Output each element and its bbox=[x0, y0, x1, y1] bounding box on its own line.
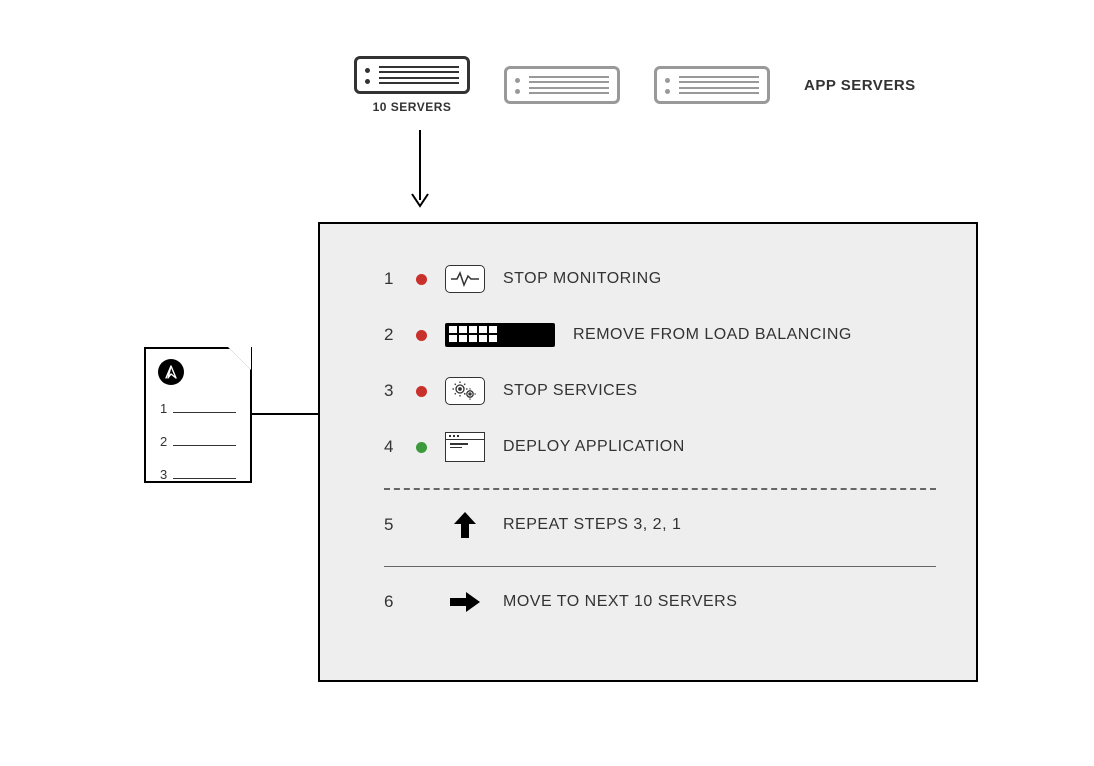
step-row-1: 1 STOP MONITORING bbox=[384, 264, 936, 294]
step-row-5: 5 REPEAT STEPS 3, 2, 1 bbox=[384, 510, 936, 540]
step-number: 2 bbox=[384, 325, 398, 345]
step-label: STOP MONITORING bbox=[503, 270, 662, 288]
playbook-line-num: 2 bbox=[160, 434, 167, 449]
step-number: 3 bbox=[384, 381, 398, 401]
playbook-document: 1 2 3 bbox=[144, 347, 252, 483]
page-fold-icon bbox=[228, 347, 252, 371]
status-dot-none bbox=[416, 520, 427, 531]
step-label: REPEAT STEPS 3, 2, 1 bbox=[503, 516, 681, 534]
status-dot-green bbox=[416, 442, 427, 453]
app-servers-label: APP SERVERS bbox=[804, 77, 916, 94]
playbook-lines: 1 2 3 bbox=[160, 401, 236, 482]
server-dimmed-2 bbox=[654, 66, 770, 104]
server-active: 10 SERVERS bbox=[354, 56, 470, 114]
servers-row: 10 SERVERS APP SERVERS bbox=[354, 56, 916, 114]
step-label: REMOVE FROM LOAD BALANCING bbox=[573, 326, 852, 344]
status-dot-red bbox=[416, 386, 427, 397]
playbook-line-num: 1 bbox=[160, 401, 167, 416]
arrow-up-icon bbox=[445, 510, 485, 540]
step-number: 6 bbox=[384, 592, 398, 612]
step-row-6: 6 MOVE TO NEXT 10 SERVERS bbox=[384, 587, 936, 617]
steps-panel: 1 STOP MONITORING 2 REMOVE FROM LOAD BAL… bbox=[318, 222, 978, 682]
arrow-down-icon bbox=[410, 130, 430, 217]
status-dot-red bbox=[416, 274, 427, 285]
status-dot-none bbox=[416, 597, 427, 608]
application-window-icon bbox=[445, 432, 485, 462]
step-row-3: 3 bbox=[384, 376, 936, 406]
arrow-right-icon bbox=[445, 587, 485, 617]
connector-line bbox=[252, 413, 318, 415]
status-dot-red bbox=[416, 330, 427, 341]
step-label: DEPLOY APPLICATION bbox=[503, 438, 685, 456]
playbook-line-num: 3 bbox=[160, 467, 167, 482]
step-number: 1 bbox=[384, 269, 398, 289]
load-balancer-icon bbox=[445, 320, 555, 350]
gears-icon bbox=[445, 376, 485, 406]
dashed-separator bbox=[384, 488, 936, 490]
step-label: STOP SERVICES bbox=[503, 382, 638, 400]
step-row-2: 2 REMOVE FROM LOAD BALANCING bbox=[384, 320, 936, 350]
server-icon bbox=[504, 66, 620, 104]
step-row-4: 4 DEPLOY APPLICATION bbox=[384, 432, 936, 462]
step-number: 4 bbox=[384, 437, 398, 457]
monitoring-icon bbox=[445, 264, 485, 294]
ansible-logo-icon bbox=[158, 359, 184, 385]
server-caption: 10 SERVERS bbox=[373, 100, 452, 114]
server-icon bbox=[654, 66, 770, 104]
server-icon bbox=[354, 56, 470, 94]
step-label: MOVE TO NEXT 10 SERVERS bbox=[503, 593, 737, 611]
solid-separator bbox=[384, 566, 936, 567]
step-number: 5 bbox=[384, 515, 398, 535]
server-dimmed-1 bbox=[504, 66, 620, 104]
